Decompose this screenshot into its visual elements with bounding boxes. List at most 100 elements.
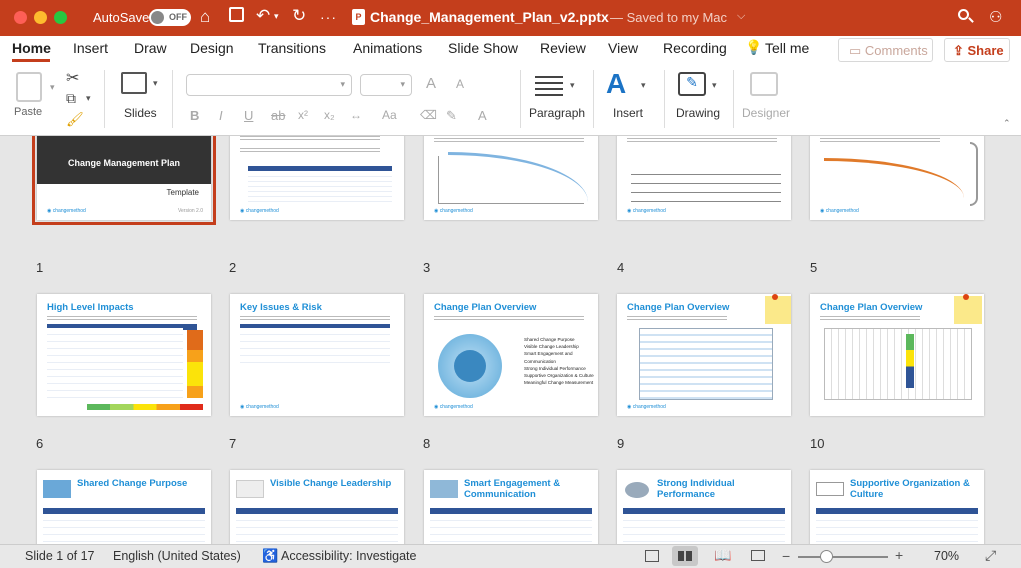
slide-thumbnail-3[interactable]: ◉ changemethod xyxy=(424,136,598,220)
tab-transitions[interactable]: Transitions xyxy=(258,40,326,56)
tab-recording[interactable]: Recording xyxy=(663,40,727,56)
slide-number: 2 xyxy=(229,260,237,275)
zoom-slider-track[interactable] xyxy=(798,556,888,558)
paragraph-icon[interactable] xyxy=(535,76,563,96)
slides-button[interactable]: Slides xyxy=(124,106,157,120)
slide-thumbnail-2[interactable]: ◉ changemethod xyxy=(230,136,404,220)
save-icon[interactable] xyxy=(229,7,244,22)
share-button[interactable]: ⇪ Share xyxy=(944,38,1010,62)
slide-number: 8 xyxy=(423,436,431,451)
paste-label: Paste xyxy=(14,106,43,118)
slide-thumbnail-4[interactable]: ◉ changemethod xyxy=(617,136,791,220)
tab-design[interactable]: Design xyxy=(190,40,234,56)
file-menu-chevron-icon[interactable]: ⌵ xyxy=(737,10,745,23)
insert-textbox-icon[interactable]: A xyxy=(606,68,626,100)
tab-home[interactable]: Home xyxy=(12,40,51,56)
account-icon[interactable]: ⚇ xyxy=(989,8,1002,26)
slide-9-title: Change Plan Overview xyxy=(627,302,730,313)
font-family-select[interactable]: ▾ xyxy=(186,74,352,96)
highlight-icon[interactable]: ✎ xyxy=(446,108,457,124)
slide-number: 4 xyxy=(617,260,625,275)
change-case-icon[interactable]: Aa xyxy=(382,108,397,122)
superscript-icon[interactable]: x² xyxy=(298,108,308,122)
slide-number: 6 xyxy=(36,436,44,451)
undo-icon[interactable]: ↶ xyxy=(256,6,270,26)
increase-font-size-icon[interactable]: A xyxy=(426,75,436,92)
slide-thumbnail-15[interactable]: Supportive Organization & Culture xyxy=(810,470,984,544)
font-size-select[interactable]: ▾ xyxy=(360,74,412,96)
slide-thumbnail-9[interactable]: Change Plan Overview ◉ changemethod xyxy=(617,294,791,416)
pin-icon xyxy=(772,294,778,300)
underline-icon[interactable]: U xyxy=(244,108,253,123)
comments-button[interactable]: ▭ Comments xyxy=(838,38,933,62)
drawing-button[interactable]: Drawing xyxy=(676,106,720,120)
slide-sorter-view-button[interactable] xyxy=(672,546,698,566)
zoom-slider-thumb[interactable] xyxy=(820,550,834,563)
slide-thumbnail-12[interactable]: Visible Change Leadership xyxy=(230,470,404,544)
slide-thumbnail-7[interactable]: Key Issues & Risk ◉ changemethod xyxy=(230,294,404,416)
fit-to-window-icon[interactable]: ⤢ xyxy=(985,547,996,564)
slide-sorter[interactable]: Change Management Plan Template ◉ change… xyxy=(0,136,1021,544)
more-commands-icon[interactable]: ··· xyxy=(320,9,337,25)
strikethrough-icon[interactable]: ab xyxy=(271,108,285,123)
home-icon[interactable]: ⌂ xyxy=(200,7,210,27)
tab-insert[interactable]: Insert xyxy=(73,40,108,56)
redo-icon[interactable]: ↻ xyxy=(292,6,306,26)
slide-thumbnail-5[interactable]: ◉ changemethod xyxy=(810,136,984,220)
collapse-ribbon-icon[interactable]: ⌃ xyxy=(1003,118,1011,129)
normal-view-icon[interactable] xyxy=(645,550,659,562)
paste-icon[interactable] xyxy=(16,72,42,102)
slide-1-version: Version 2.0 xyxy=(177,208,203,214)
designer-button[interactable]: Designer xyxy=(742,106,790,120)
subscript-icon[interactable]: x₂ xyxy=(324,108,335,122)
bold-icon[interactable]: B xyxy=(190,108,199,123)
ribbon-toolbar: Paste ▾ ✂ ⧉ ▾ 🖌 ▾ Slides ▾ ▾ A A B I U a… xyxy=(0,64,1021,136)
reading-view-icon[interactable]: 📖 xyxy=(714,547,731,564)
zoom-level[interactable]: 70% xyxy=(934,549,959,563)
slide-thumbnail-11[interactable]: Shared Change Purpose xyxy=(37,470,211,544)
autosave-toggle[interactable]: OFF xyxy=(149,9,191,26)
drawing-icon[interactable]: ✎ xyxy=(678,72,706,96)
slide-number: 3 xyxy=(423,260,431,275)
cut-icon[interactable]: ✂ xyxy=(66,68,79,88)
slide-thumbnail-14[interactable]: Strong Individual Performance xyxy=(617,470,791,544)
tell-me-search[interactable]: Tell me xyxy=(765,40,809,56)
slide-thumbnail-1[interactable]: Change Management Plan Template ◉ change… xyxy=(32,136,216,225)
paragraph-button[interactable]: Paragraph xyxy=(529,106,585,120)
slide-thumbnail-8[interactable]: Change Plan Overview Shared Change Purpo… xyxy=(424,294,598,416)
new-slide-icon[interactable] xyxy=(121,72,147,94)
format-painter-icon[interactable]: 🖌 xyxy=(66,111,84,128)
share-icon: ⇪ xyxy=(953,43,968,58)
decrease-font-size-icon[interactable]: A xyxy=(456,77,464,91)
tab-slide-show[interactable]: Slide Show xyxy=(448,40,518,56)
tab-view[interactable]: View xyxy=(608,40,638,56)
zoom-in-icon[interactable]: + xyxy=(895,547,903,563)
font-color-icon[interactable]: A xyxy=(478,108,487,123)
clear-formatting-icon[interactable]: ⌫ xyxy=(420,108,437,122)
zoom-window-button[interactable] xyxy=(54,11,67,24)
zoom-out-icon[interactable]: − xyxy=(782,548,790,564)
tab-animations[interactable]: Animations xyxy=(353,40,422,56)
slide-thumbnail-10[interactable]: Change Plan Overview xyxy=(810,294,984,416)
close-window-button[interactable] xyxy=(14,11,27,24)
italic-icon[interactable]: I xyxy=(219,108,223,123)
undo-dropdown-icon[interactable]: ▾ xyxy=(274,11,279,22)
slide-show-icon[interactable] xyxy=(751,550,765,561)
accessibility-icon[interactable]: ♿ xyxy=(262,548,278,564)
slide-thumbnail-6[interactable]: High Level Impacts xyxy=(37,294,211,416)
slide-14-title: Strong Individual Performance xyxy=(657,478,735,500)
sticky-note xyxy=(954,296,982,324)
language-indicator[interactable]: English (United States) xyxy=(113,549,241,563)
tab-draw[interactable]: Draw xyxy=(134,40,167,56)
tab-review[interactable]: Review xyxy=(540,40,586,56)
slide-number: 5 xyxy=(810,260,818,275)
character-spacing-icon[interactable]: ↔ xyxy=(350,108,362,122)
pin-icon xyxy=(963,294,969,300)
autosave-state: OFF xyxy=(169,12,187,22)
minimize-window-button[interactable] xyxy=(34,11,47,24)
slide-thumbnail-13[interactable]: Smart Engagement & Communication xyxy=(424,470,598,544)
insert-button[interactable]: Insert xyxy=(613,106,643,120)
designer-icon[interactable] xyxy=(750,72,778,96)
copy-icon[interactable]: ⧉ xyxy=(66,90,76,107)
accessibility-status[interactable]: Accessibility: Investigate xyxy=(281,549,416,563)
